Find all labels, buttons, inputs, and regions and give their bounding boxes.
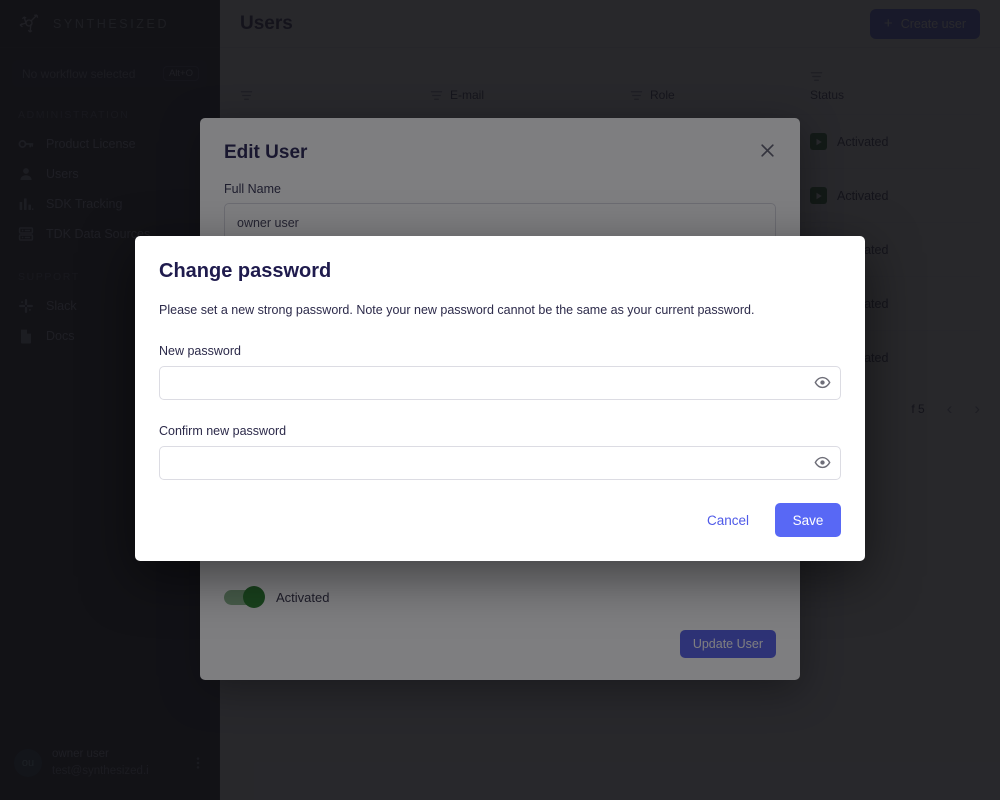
confirm-password-field[interactable] [159, 445, 841, 480]
new-password-input[interactable] [170, 366, 812, 399]
eye-icon[interactable] [812, 373, 832, 393]
cancel-button[interactable]: Cancel [703, 507, 753, 534]
change-password-modal: Change password Please set a new strong … [135, 236, 865, 561]
eye-icon[interactable] [812, 453, 832, 473]
change-password-title: Change password [159, 260, 332, 282]
confirm-password-input[interactable] [170, 446, 812, 479]
save-button[interactable]: Save [775, 503, 841, 537]
new-password-field[interactable] [159, 365, 841, 400]
change-password-actions: Cancel Save [159, 503, 841, 537]
change-password-description: Please set a new strong password. Note y… [159, 303, 755, 317]
app-root: SYNTHESIZED No workflow selected Alt+O A… [0, 0, 1000, 800]
confirm-password-label: Confirm new password [159, 423, 287, 438]
new-password-label: New password [159, 343, 241, 358]
